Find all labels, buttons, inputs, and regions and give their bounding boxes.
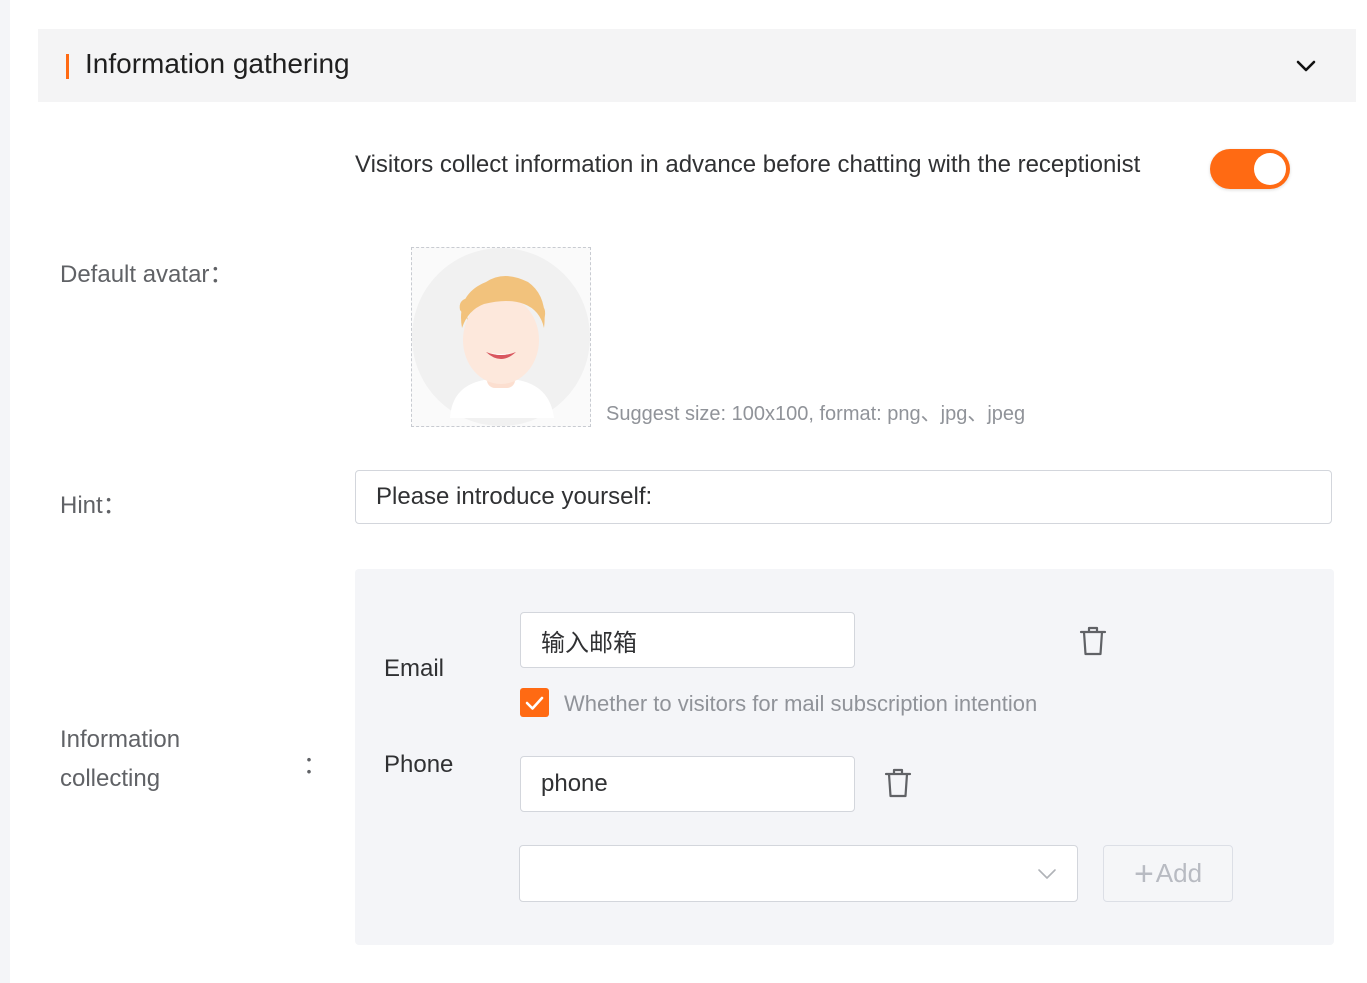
pre-chat-toggle[interactable] [1210, 149, 1290, 189]
default-avatar-label: Default avatar： [60, 261, 234, 288]
phone-item-label: Phone [384, 751, 454, 778]
plus-icon: + [1133, 855, 1154, 893]
hint-label: Hint： [60, 492, 127, 519]
email-item-label: Email [384, 655, 445, 682]
info-collecting-panel: Email Whether to visitors for mail subsc… [355, 569, 1334, 945]
section-header[interactable]: Information gathering [38, 29, 1356, 102]
hint-input[interactable] [355, 470, 1332, 524]
field-type-select[interactable] [519, 845, 1078, 902]
toggle-knob [1254, 153, 1286, 185]
avatar-size-hint: Suggest size: 100x100, format: png、jpg、j… [606, 403, 1026, 425]
pre-chat-toggle-label: Visitors collect information in advance … [355, 151, 1141, 178]
chevron-down-icon[interactable] [1294, 54, 1318, 78]
info-collecting-label: Information collecting [60, 726, 181, 792]
default-avatar-image [412, 248, 590, 426]
add-field-button[interactable]: +Add [1103, 845, 1233, 902]
section-title: Information gathering [85, 48, 350, 79]
mail-subscription-label: Whether to visitors for mail subscriptio… [564, 691, 1038, 716]
phone-field[interactable] [520, 756, 855, 812]
mail-subscription-checkbox[interactable] [520, 688, 549, 717]
trash-icon[interactable] [884, 768, 912, 798]
check-icon [525, 696, 544, 710]
add-field-button-label: Add [1155, 858, 1203, 888]
email-field[interactable] [520, 612, 855, 668]
avatar-upload[interactable] [411, 247, 591, 427]
trash-icon[interactable] [1079, 626, 1107, 656]
info-collecting-colon: ： [303, 752, 327, 779]
section-accent-bar [66, 54, 69, 79]
chevron-down-icon [1038, 869, 1056, 879]
settings-page: Information gathering Visitors collect i… [10, 0, 1367, 983]
